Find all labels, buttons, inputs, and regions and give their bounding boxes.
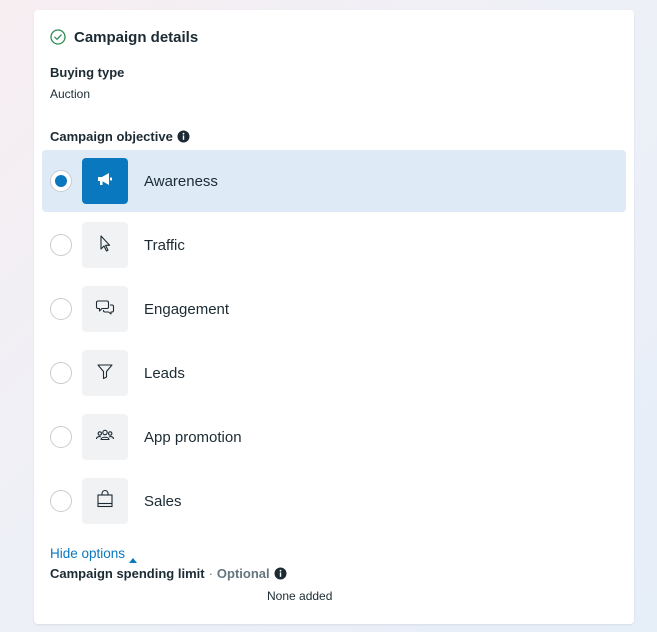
radio-button[interactable] <box>50 170 72 192</box>
objective-option-leads[interactable]: Leads <box>42 342 626 404</box>
campaign-objective-heading: Campaign objective <box>50 129 190 144</box>
info-icon[interactable] <box>177 130 190 143</box>
hide-options-link[interactable]: Hide options <box>50 546 138 563</box>
option-label: Sales <box>144 492 182 510</box>
objective-option-traffic[interactable]: Traffic <box>42 214 626 276</box>
optional-tag: Optional <box>216 566 270 581</box>
option-icon-tile <box>82 414 128 460</box>
campaign-objective-label: Campaign objective <box>50 129 173 144</box>
info-icon[interactable] <box>274 567 287 580</box>
option-icon-tile <box>82 478 128 524</box>
page-title: Campaign details <box>74 28 199 46</box>
objective-option-awareness[interactable]: Awareness <box>42 150 626 212</box>
option-label: Awareness <box>144 172 218 190</box>
spending-limit-value: None added <box>267 589 333 603</box>
buying-type-value: Auction <box>50 87 91 101</box>
option-icon-tile <box>82 222 128 268</box>
cursor-icon <box>95 233 115 258</box>
option-icon-tile <box>82 286 128 332</box>
campaign-details-card: Campaign details Buying type Auction Cam… <box>34 10 634 624</box>
option-label: Traffic <box>144 236 185 254</box>
buying-type-label: Buying type <box>50 65 125 80</box>
objective-options: Awareness Traffic Engagement Leads App p… <box>42 150 626 534</box>
funnel-icon <box>95 361 115 386</box>
option-label: App promotion <box>144 428 242 446</box>
caret-up-icon <box>129 551 138 563</box>
objective-option-sales[interactable]: Sales <box>42 470 626 532</box>
hide-options-label: Hide options <box>50 546 126 561</box>
option-label: Engagement <box>144 300 230 318</box>
spending-limit-heading: Campaign spending limit · Optional <box>50 566 287 581</box>
option-icon-tile <box>82 158 128 204</box>
radio-button[interactable] <box>50 490 72 512</box>
chat-bubbles-icon <box>95 297 115 322</box>
option-icon-tile <box>82 350 128 396</box>
check-circle-icon <box>50 29 66 45</box>
card-header: Campaign details <box>50 26 198 48</box>
spending-limit-label: Campaign spending limit <box>50 566 205 581</box>
separator-dot: · <box>208 566 213 581</box>
radio-button[interactable] <box>50 298 72 320</box>
people-icon <box>95 425 115 450</box>
shopping-bag-icon <box>95 489 115 514</box>
objective-option-app-promotion[interactable]: App promotion <box>42 406 626 468</box>
option-label: Leads <box>144 364 185 382</box>
radio-button[interactable] <box>50 234 72 256</box>
radio-button[interactable] <box>50 426 72 448</box>
objective-option-engagement[interactable]: Engagement <box>42 278 626 340</box>
radio-button[interactable] <box>50 362 72 384</box>
megaphone-icon <box>95 169 115 194</box>
